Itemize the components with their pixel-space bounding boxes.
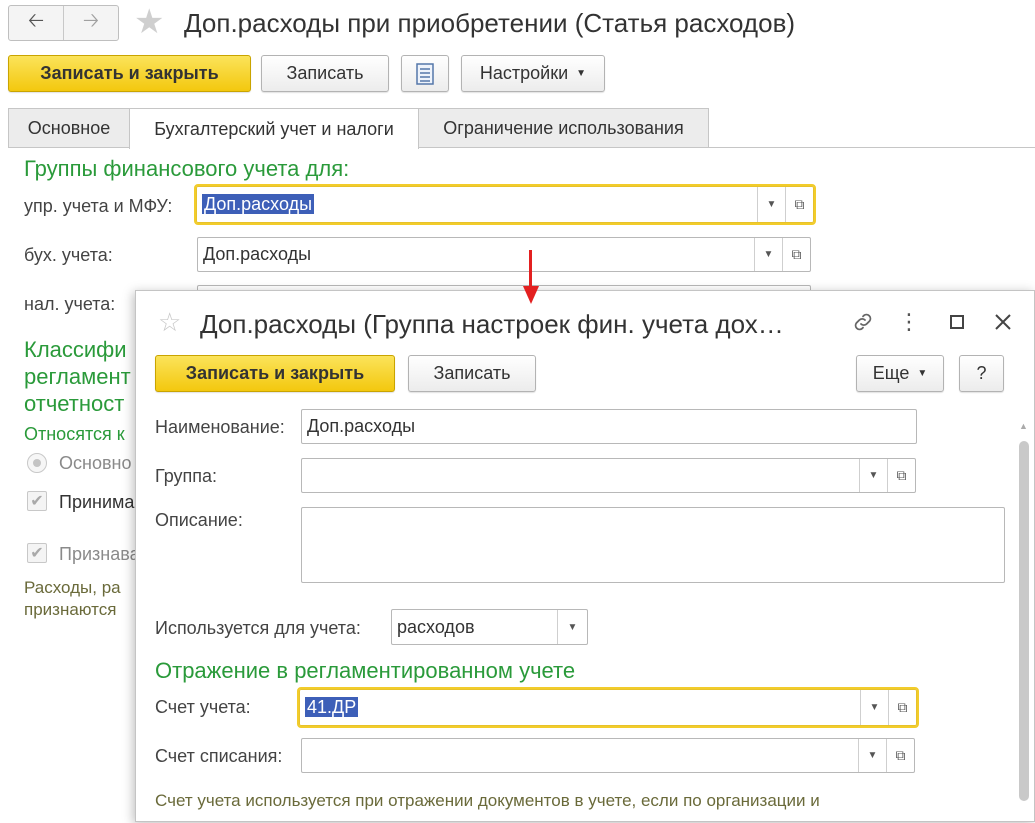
name-value: Доп.расходы xyxy=(307,416,416,436)
classif-line-1: Классифи xyxy=(24,337,127,362)
link-icon[interactable] xyxy=(848,307,878,337)
account-label: Счет учета: xyxy=(155,697,251,717)
group-settings-dialog: ☆ Доп.расходы (Группа настроек фин. учет… xyxy=(135,290,1035,822)
account-value: 41.ДР xyxy=(305,697,359,717)
open-icon[interactable]: ⧉ xyxy=(886,739,914,772)
report-icon-button[interactable] xyxy=(401,55,449,92)
scroll-up-icon[interactable]: ▲ xyxy=(1019,421,1028,431)
window-title: Доп.расходы при приобретении (Статья рас… xyxy=(184,8,796,38)
regl-section-title: Отражение в регламентированном учете xyxy=(155,658,576,683)
group-label: Группа: xyxy=(155,466,218,486)
open-icon[interactable]: ⧉ xyxy=(785,187,813,222)
document-list-icon xyxy=(416,62,434,85)
upr-group-value: Доп.расходы xyxy=(202,194,315,214)
more-button[interactable]: Еще ▼ xyxy=(856,355,944,392)
dialog-title: Доп.расходы (Группа настроек фин. учета … xyxy=(200,309,784,339)
classif-title: Классифи регламент отчетност xyxy=(24,336,131,417)
expense-note: Расходы, ра признаются xyxy=(24,577,121,621)
used-for-label: Используется для учета: xyxy=(155,618,361,638)
account-field[interactable]: 41.ДР ▼ ⧉ xyxy=(297,687,919,728)
name-label: Наименование: xyxy=(155,417,285,437)
scroll-thumb[interactable] xyxy=(1019,441,1029,801)
upr-group-field[interactable]: Доп.расходы ▼ ⧉ xyxy=(194,184,816,225)
account-hint: Счет учета используется при отражении до… xyxy=(155,791,820,810)
option-main-radio[interactable] xyxy=(27,453,47,473)
description-input[interactable] xyxy=(301,507,1005,583)
note-line-1: Расходы, ра xyxy=(24,578,121,597)
classif-line-2: регламент xyxy=(24,364,131,389)
recognize-label: Признава xyxy=(59,544,140,564)
accept-label: Принима xyxy=(59,492,135,512)
buh-label: бух. учета: xyxy=(24,245,113,265)
nal-label: нал. учета: xyxy=(24,294,116,314)
relates-to-label: Относятся к xyxy=(24,424,125,444)
favorite-star-icon[interactable]: ★ xyxy=(134,5,164,39)
settings-button-label: Настройки xyxy=(479,63,569,83)
upr-label: упр. учета и МФУ: xyxy=(24,196,173,216)
chevron-down-icon: ▼ xyxy=(576,68,587,79)
chevron-down-icon[interactable]: ▼ xyxy=(757,187,785,222)
writeoff-field[interactable]: ▼ ⧉ xyxy=(301,738,915,773)
dialog-save-and-close-button[interactable]: Записать и закрыть xyxy=(155,355,395,392)
group-field[interactable]: ▼ ⧉ xyxy=(301,458,916,493)
save-button[interactable]: Записать xyxy=(261,55,389,92)
recognize-checkbox[interactable]: ✔ xyxy=(27,543,47,563)
help-button[interactable]: ? xyxy=(959,355,1004,392)
dialog-scrollbar[interactable]: ▲ xyxy=(1013,419,1035,823)
tab-main[interactable]: Основное xyxy=(8,108,130,148)
chevron-down-icon: ▼ xyxy=(917,368,928,379)
buh-group-field[interactable]: Доп.расходы ▼ ⧉ xyxy=(197,237,811,272)
annotation-arrow-head xyxy=(523,286,539,304)
close-icon[interactable] xyxy=(988,307,1018,337)
tab-accounting-taxes[interactable]: Бухгалтерский учет и налоги xyxy=(129,108,419,149)
chevron-down-icon[interactable]: ▼ xyxy=(859,459,887,492)
used-for-select[interactable]: расходов ▼ xyxy=(391,609,588,645)
description-label: Описание: xyxy=(155,510,243,530)
section-groups-title: Группы финансового учета для: xyxy=(24,156,350,181)
buh-group-value: Доп.расходы xyxy=(203,244,312,264)
dialog-save-button[interactable]: Записать xyxy=(408,355,536,392)
used-for-value: расходов xyxy=(397,616,475,637)
note-line-2: признаются xyxy=(24,600,117,619)
back-arrow-icon[interactable]: 🡠 xyxy=(9,6,63,40)
chevron-down-icon[interactable]: ▼ xyxy=(754,238,782,271)
forward-arrow-icon[interactable]: 🡢 xyxy=(63,6,118,40)
classif-line-3: отчетност xyxy=(24,391,125,416)
open-icon[interactable]: ⧉ xyxy=(887,459,915,492)
settings-button[interactable]: Настройки ▼ xyxy=(461,55,605,92)
writeoff-label: Счет списания: xyxy=(155,746,283,766)
annotation-arrow xyxy=(529,250,532,290)
more-button-label: Еще xyxy=(872,363,910,383)
open-icon[interactable]: ⧉ xyxy=(888,690,916,725)
accept-checkbox[interactable]: ✔ xyxy=(27,491,47,511)
more-vertical-icon[interactable]: ⋮ xyxy=(896,307,922,337)
maximize-icon[interactable] xyxy=(942,307,972,337)
tab-usage-restriction[interactable]: Ограничение использования xyxy=(418,108,709,148)
chevron-down-icon[interactable]: ▼ xyxy=(557,610,587,644)
chevron-down-icon[interactable]: ▼ xyxy=(858,739,886,772)
open-icon[interactable]: ⧉ xyxy=(782,238,810,271)
save-and-close-button[interactable]: Записать и закрыть xyxy=(8,55,251,92)
favorite-star-icon[interactable]: ☆ xyxy=(158,309,181,335)
name-input[interactable]: Доп.расходы xyxy=(301,409,917,444)
chevron-down-icon[interactable]: ▼ xyxy=(860,690,888,725)
history-nav: 🡠 🡢 xyxy=(8,5,119,41)
option-main-label: Основно xyxy=(59,453,132,473)
